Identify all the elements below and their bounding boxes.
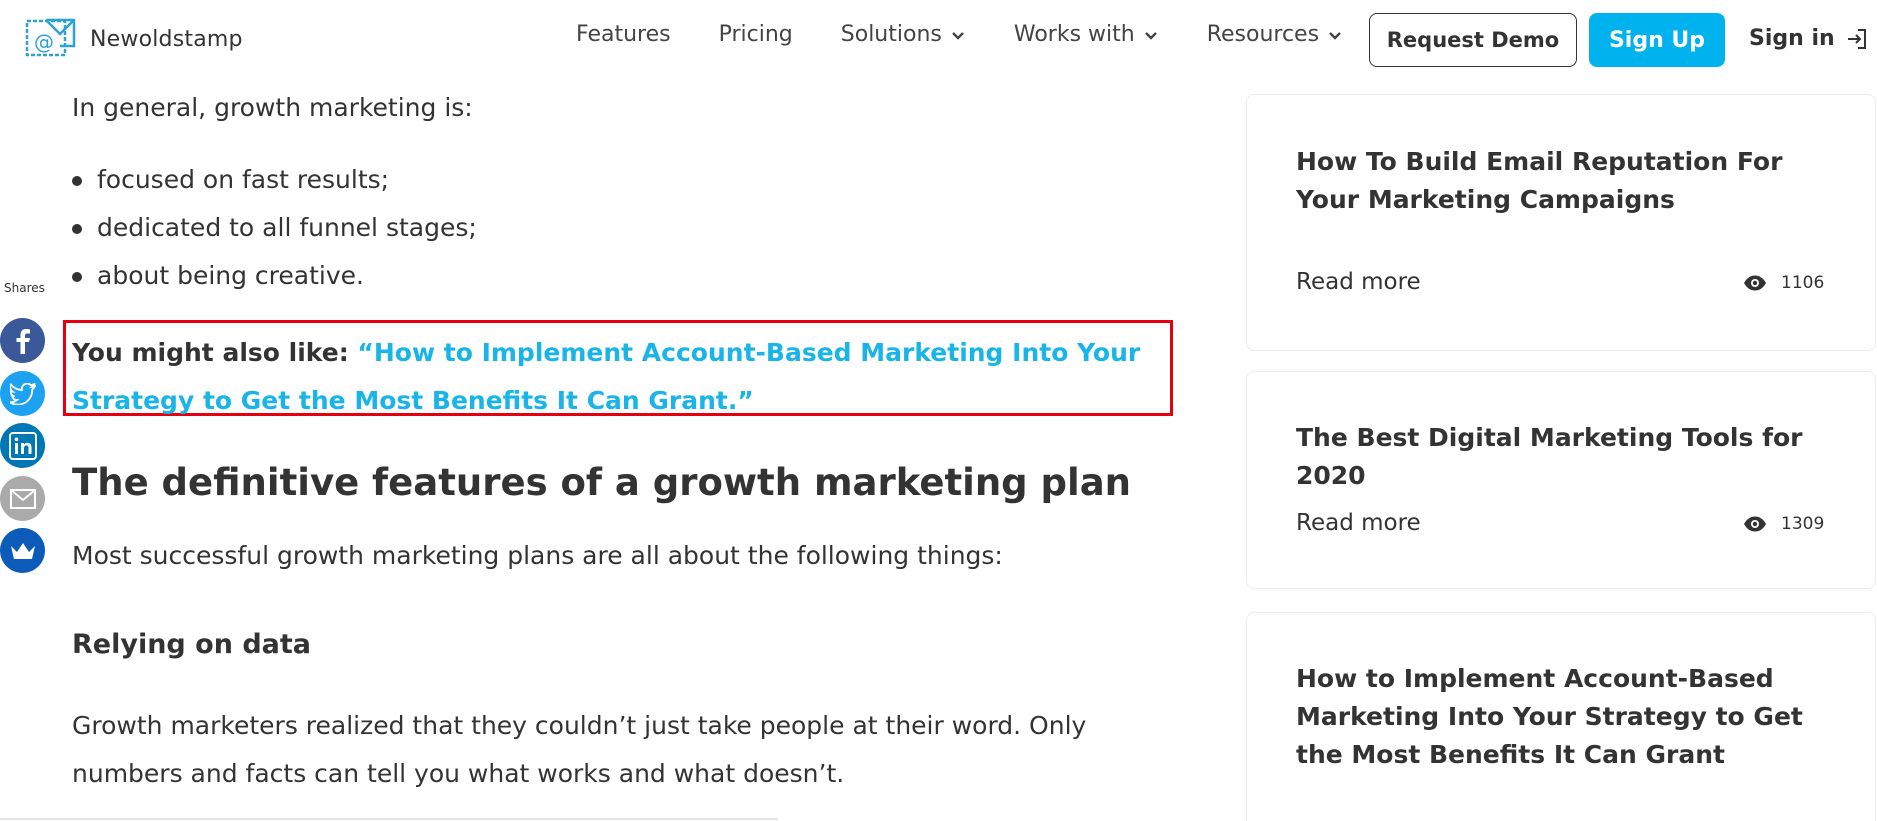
svg-text:@: @: [34, 30, 54, 54]
chevron-down-icon: [952, 31, 964, 40]
subsection-paragraph: Growth marketers realized that they coul…: [72, 711, 1087, 788]
crown-icon: [10, 542, 35, 559]
share-twitter-button[interactable]: [0, 371, 45, 416]
nav-resources-label: Resources: [1206, 22, 1320, 47]
section-heading: The definitive features of a growth mark…: [72, 461, 1131, 504]
nav-pricing[interactable]: Pricing: [719, 22, 793, 47]
nav-resources[interactable]: Resources: [1207, 22, 1343, 47]
subsection-heading: Relying on data: [72, 629, 312, 660]
linkedin-icon: [8, 431, 37, 460]
twitter-icon: [9, 382, 36, 405]
nav-features[interactable]: Features: [576, 22, 671, 47]
you-might-also-like-box: You might also like: “How to Implement A…: [63, 320, 1173, 416]
related-post-card[interactable]: The Best Digital Marketing Tools for 202…: [1246, 371, 1876, 589]
sign-in-icon: [1847, 28, 1866, 49]
nav-pricing-label: Pricing: [718, 22, 793, 47]
card-title[interactable]: The Best Digital Marketing Tools for 202…: [1296, 419, 1836, 495]
list-item: about being creative.: [72, 252, 477, 300]
logo-stamp-icon: @: [24, 16, 78, 62]
read-more-link[interactable]: Read more: [1296, 269, 1421, 295]
section-paragraph: Most successful growth marketing plans a…: [72, 541, 1003, 570]
article-intro: In general, growth marketing is:: [72, 93, 473, 122]
facebook-icon: [16, 328, 30, 354]
related-post-card[interactable]: How to Implement Account-Based Marketing…: [1246, 612, 1876, 821]
eye-icon: [1744, 516, 1766, 532]
eye-icon: [1744, 275, 1766, 291]
list-item: dedicated to all funnel stages;: [72, 204, 477, 252]
logo-text: Newoldstamp: [90, 26, 243, 52]
email-icon: [9, 488, 36, 509]
sign-in-label: Sign in: [1749, 26, 1835, 51]
share-linkedin-button[interactable]: [0, 423, 45, 468]
chevron-down-icon: [1329, 31, 1341, 40]
nav-works-with-label: Works with: [1013, 22, 1135, 47]
read-more-link[interactable]: Read more: [1296, 510, 1421, 536]
shares-label: Shares: [4, 281, 45, 295]
view-count: 1309: [1743, 514, 1824, 534]
feature-list: focused on fast results; dedicated to al…: [72, 156, 477, 300]
list-item: focused on fast results;: [72, 156, 477, 204]
also-like-label: You might also like:: [72, 338, 349, 367]
chevron-down-icon: [1144, 31, 1157, 40]
view-count-value: 1309: [1781, 514, 1825, 534]
card-title[interactable]: How To Build Email Reputation For Your M…: [1296, 143, 1836, 219]
share-facebook-button[interactable]: [0, 318, 45, 363]
share-crown-button[interactable]: [0, 528, 45, 573]
divider: [0, 818, 778, 820]
main-nav: Features Pricing Solutions Works with Re…: [576, 22, 1391, 47]
share-email-button[interactable]: [0, 476, 45, 521]
site-header: @ Newoldstamp Features Pricing Solutions…: [0, 0, 1877, 80]
related-post-card[interactable]: How To Build Email Reputation For Your M…: [1246, 94, 1876, 351]
sign-in-link[interactable]: Sign in: [1749, 26, 1869, 51]
nav-features-label: Features: [576, 22, 671, 47]
logo[interactable]: @ Newoldstamp: [24, 16, 243, 62]
nav-works-with[interactable]: Works with: [1014, 22, 1159, 47]
card-title[interactable]: How to Implement Account-Based Marketing…: [1296, 660, 1836, 774]
nav-solutions[interactable]: Solutions: [841, 22, 966, 47]
nav-solutions-label: Solutions: [840, 22, 942, 47]
request-demo-button[interactable]: Request Demo: [1369, 13, 1577, 67]
view-count-value: 1106: [1781, 273, 1825, 293]
sign-up-button[interactable]: Sign Up: [1589, 13, 1725, 67]
view-count: 1106: [1743, 273, 1824, 293]
